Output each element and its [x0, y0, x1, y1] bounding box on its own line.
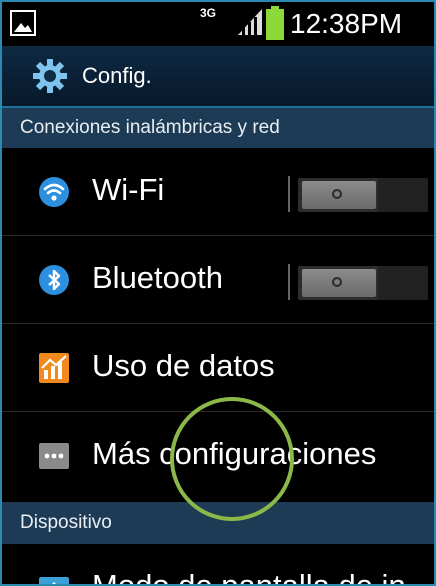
settings-item-bluetooth[interactable]: Bluetooth	[2, 236, 434, 324]
settings-item-label: Modo de pantalla de in	[92, 568, 406, 586]
bluetooth-toggle[interactable]	[298, 266, 428, 300]
toggle-track	[378, 266, 428, 300]
action-bar[interactable]: Config.	[2, 46, 434, 108]
wifi-icon	[39, 177, 69, 207]
more-icon	[39, 443, 69, 469]
page-title: Config.	[82, 63, 152, 88]
settings-item-label: Uso de datos	[92, 348, 275, 383]
toggle-track	[378, 178, 428, 212]
settings-item-more[interactable]: Más configuraciones	[2, 412, 434, 500]
settings-item-label: Bluetooth	[92, 260, 223, 295]
settings-item-data-usage[interactable]: Uso de datos	[2, 324, 434, 412]
divider	[288, 176, 290, 212]
battery-icon	[266, 6, 284, 40]
data-usage-icon	[39, 353, 69, 383]
settings-item-screen-mode[interactable]: Modo de pantalla de in	[2, 562, 434, 586]
toggle-knob	[302, 269, 376, 297]
toggle-knob	[302, 181, 376, 209]
clock: 12:38PM	[290, 8, 403, 39]
network-type-indicator: 3G	[200, 6, 217, 20]
home-icon	[39, 577, 69, 584]
settings-item-label: Más configuraciones	[92, 436, 377, 471]
signal-icon	[238, 9, 262, 35]
section-header-device: Dispositivo	[2, 502, 434, 544]
image-icon	[10, 10, 36, 36]
bluetooth-icon	[39, 265, 69, 295]
wifi-toggle[interactable]	[298, 178, 428, 212]
divider	[288, 264, 290, 300]
settings-screen: 3G 12:38PM Config. Conexiones inalámbric…	[0, 0, 436, 586]
settings-item-wifi[interactable]: Wi-Fi	[2, 148, 434, 236]
settings-item-label: Wi-Fi	[92, 172, 165, 207]
status-bar: 3G 12:38PM	[2, 2, 434, 46]
gear-icon	[33, 59, 67, 93]
section-header-wireless: Conexiones inalámbricas y red	[2, 108, 434, 148]
